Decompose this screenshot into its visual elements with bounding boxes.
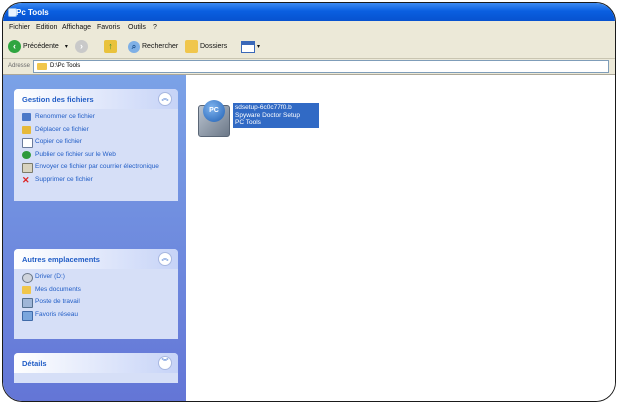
address-path: D:\Pc Tools bbox=[50, 63, 81, 69]
menu-item-view[interactable]: Affichage bbox=[62, 24, 91, 31]
menu-item-favorites[interactable]: Favoris bbox=[97, 24, 120, 31]
my-documents-link[interactable]: Mes documents bbox=[22, 285, 170, 296]
file-tasks-title: Gestion des fichiers bbox=[22, 95, 94, 104]
rename-file-label: Renommer ce fichier bbox=[35, 113, 95, 120]
file-list-area[interactable]: PC sdsetup-6c0c77f0.b Spyware Doctor Set… bbox=[186, 75, 615, 401]
file-name-line: sdsetup-6c0c77f0.b bbox=[235, 104, 292, 111]
my-computer-label: Poste de travail bbox=[35, 298, 80, 305]
publish-web-label: Publier ce fichier sur le Web bbox=[35, 150, 116, 158]
globe-icon bbox=[22, 150, 31, 159]
search-button[interactable]: ⌕ Rechercher bbox=[128, 39, 178, 54]
collapse-icon[interactable]: ︽ bbox=[158, 252, 172, 266]
address-label: Adresse bbox=[8, 63, 31, 69]
window-title: Pc Tools bbox=[16, 8, 49, 17]
menu-item-file[interactable]: Fichier bbox=[9, 24, 30, 31]
chevron-down-icon[interactable]: ▾ bbox=[65, 43, 68, 50]
move-file-label: Déplacer ce fichier bbox=[35, 125, 89, 133]
file-description-line: Spyware Doctor Setup bbox=[235, 111, 301, 119]
network-places-link[interactable]: Favoris réseau bbox=[22, 310, 170, 321]
setup-file-icon[interactable]: PC bbox=[198, 100, 230, 137]
mail-icon bbox=[22, 163, 33, 173]
back-button[interactable]: ‹ Précédente ▾ bbox=[8, 39, 68, 54]
network-places-label: Favoris réseau bbox=[35, 310, 78, 318]
menu-item-tools[interactable]: Outils bbox=[128, 24, 146, 31]
forward-arrow-icon: › bbox=[75, 40, 88, 53]
menu-bar: Fichier Edition Affichage Favoris Outils… bbox=[3, 21, 615, 36]
up-arrow-icon: ↑ bbox=[104, 40, 117, 53]
toolbar: ‹ Précédente ▾ › ↑ ⌕ Rechercher Dossiers… bbox=[3, 35, 615, 59]
back-arrow-icon: ‹ bbox=[8, 40, 21, 53]
collapse-icon[interactable]: ︽ bbox=[158, 92, 172, 106]
copy-icon bbox=[22, 138, 33, 148]
move-file-link[interactable]: Déplacer ce fichier bbox=[22, 125, 170, 136]
search-button-label: Rechercher bbox=[142, 43, 179, 50]
other-places-panel: Autres emplacements ︽ Driver (D:) Mes do… bbox=[14, 249, 178, 339]
expand-icon[interactable]: ︾ bbox=[158, 356, 172, 370]
rename-icon bbox=[22, 113, 31, 121]
move-icon bbox=[22, 125, 31, 134]
views-button[interactable]: ▾ bbox=[241, 39, 260, 54]
cd-drive-icon bbox=[22, 273, 33, 283]
folder-icon bbox=[37, 63, 47, 70]
rename-file-link[interactable]: Renommer ce fichier bbox=[22, 113, 170, 123]
up-folder-button[interactable]: ↑ bbox=[104, 39, 117, 54]
folders-icon bbox=[185, 40, 198, 53]
copy-file-label: Copier ce fichier bbox=[35, 138, 82, 145]
copy-file-link[interactable]: Copier ce fichier bbox=[22, 138, 170, 148]
file-tasks-panel: Gestion des fichiers ︽ Renommer ce fichi… bbox=[14, 89, 178, 201]
drive-d-link[interactable]: Driver (D:) bbox=[22, 273, 170, 283]
file-tasks-header[interactable]: Gestion des fichiers ︽ bbox=[14, 89, 178, 109]
delete-file-link[interactable]: ✕ Supprimer ce fichier bbox=[22, 174, 170, 186]
selected-file-label[interactable]: sdsetup-6c0c77f0.b Spyware Doctor Setup … bbox=[233, 103, 319, 128]
title-bar[interactable]: Pc Tools bbox=[3, 3, 615, 21]
folders-button-label: Dossiers bbox=[200, 43, 228, 50]
address-bar: Adresse D:\Pc Tools bbox=[3, 59, 615, 75]
computer-icon bbox=[22, 298, 33, 308]
email-file-label: Envoyer ce fichier par courrier électron… bbox=[35, 163, 159, 170]
documents-folder-icon bbox=[22, 285, 31, 294]
drive-d-label: Driver (D:) bbox=[35, 273, 65, 280]
address-field[interactable]: D:\Pc Tools bbox=[33, 60, 609, 73]
email-file-link[interactable]: Envoyer ce fichier par courrier électron… bbox=[22, 163, 170, 173]
delete-icon: ✕ bbox=[22, 174, 30, 185]
delete-file-label: Supprimer ce fichier bbox=[35, 175, 93, 183]
task-pane: Gestion des fichiers ︽ Renommer ce fichi… bbox=[3, 75, 186, 401]
other-places-title: Autres emplacements bbox=[22, 255, 100, 264]
back-button-label: Précédente bbox=[23, 43, 59, 50]
details-panel: Détails ︾ bbox=[14, 353, 178, 383]
forward-button[interactable]: › bbox=[75, 39, 88, 54]
chevron-down-icon[interactable]: ▾ bbox=[257, 43, 260, 50]
pc-tools-logo-icon: PC bbox=[203, 100, 225, 122]
folders-button[interactable]: Dossiers bbox=[185, 39, 227, 54]
details-header[interactable]: Détails ︾ bbox=[14, 353, 178, 373]
menu-item-help[interactable]: ? bbox=[153, 24, 157, 31]
publish-web-link[interactable]: Publier ce fichier sur le Web bbox=[22, 150, 170, 161]
views-icon bbox=[241, 40, 255, 53]
details-title: Détails bbox=[22, 359, 47, 368]
file-company-line: PC Tools bbox=[235, 119, 261, 126]
search-icon: ⌕ bbox=[128, 40, 140, 53]
network-icon bbox=[22, 310, 33, 321]
explorer-window: Pc Tools Fichier Edition Affichage Favor… bbox=[2, 2, 616, 402]
my-documents-label: Mes documents bbox=[35, 285, 81, 293]
other-places-header[interactable]: Autres emplacements ︽ bbox=[14, 249, 178, 269]
menu-item-edit[interactable]: Edition bbox=[36, 24, 57, 31]
my-computer-link[interactable]: Poste de travail bbox=[22, 298, 170, 308]
